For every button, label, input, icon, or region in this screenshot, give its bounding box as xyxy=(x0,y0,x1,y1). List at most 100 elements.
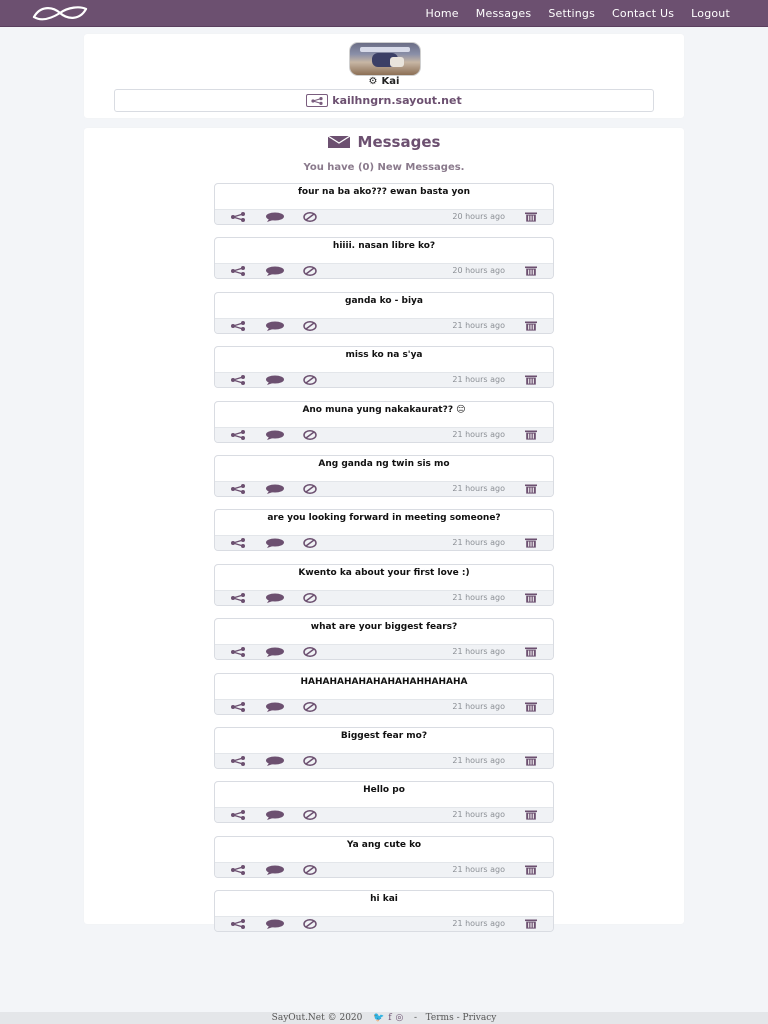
trash-icon[interactable] xyxy=(524,266,538,276)
share-icon[interactable] xyxy=(230,919,246,930)
message-actions: 21 hours ago xyxy=(215,317,553,333)
message-time: 21 hours ago xyxy=(452,429,505,439)
trash-icon[interactable] xyxy=(524,919,538,929)
ban-icon[interactable] xyxy=(303,212,317,222)
message-card: ganda ko - biya 21 hours ago xyxy=(214,291,554,334)
nav-logout-link[interactable]: Logout xyxy=(691,7,730,20)
share-icon[interactable] xyxy=(230,212,246,222)
footer-terms-link[interactable]: Terms xyxy=(426,1013,454,1023)
ban-icon[interactable] xyxy=(303,647,317,658)
messages-heading: Messages xyxy=(84,133,684,151)
message-card: hiiii. nasan libre ko? 20 hours ago xyxy=(214,237,554,280)
message-text: Ano muna yung nakakaurat?? 😑 xyxy=(302,404,466,415)
comment-icon[interactable] xyxy=(265,919,285,930)
instagram-icon[interactable]: ◎ xyxy=(396,1013,404,1023)
footer-separator: - xyxy=(413,1013,418,1023)
message-time: 21 hours ago xyxy=(452,755,505,765)
share-icon[interactable] xyxy=(230,429,246,440)
message-text: hi kai xyxy=(370,894,398,905)
share-icon[interactable] xyxy=(230,266,246,277)
trash-icon[interactable] xyxy=(524,756,538,766)
comment-icon[interactable] xyxy=(265,266,285,277)
trash-icon[interactable] xyxy=(524,538,538,548)
message-list: four na ba ako??? ewan basta yon 20 hours… xyxy=(214,183,554,944)
trash-icon[interactable] xyxy=(524,375,538,385)
share-icon[interactable] xyxy=(230,810,246,821)
comment-icon[interactable] xyxy=(265,756,285,766)
comment-icon[interactable] xyxy=(265,593,285,603)
ban-icon[interactable] xyxy=(303,701,317,712)
share-icon[interactable] xyxy=(230,592,246,603)
nav-messages-link[interactable]: Messages xyxy=(476,7,532,20)
comment-icon[interactable] xyxy=(265,375,285,386)
comment-icon[interactable] xyxy=(265,484,285,494)
nav-home-link[interactable]: Home xyxy=(425,7,458,20)
top-navbar: Home Messages Settings Contact Us Logout xyxy=(0,0,768,27)
message-actions: 21 hours ago xyxy=(215,752,553,768)
message-time: 21 hours ago xyxy=(452,483,505,493)
comment-icon[interactable] xyxy=(265,430,285,440)
trash-icon[interactable] xyxy=(524,702,538,712)
message-actions: 21 hours ago xyxy=(215,372,553,388)
footer: SayOut.Net © 2020 🐦 f ◎ - Terms - Privacy xyxy=(0,1012,768,1024)
trash-icon[interactable] xyxy=(524,484,538,494)
ban-icon[interactable] xyxy=(303,429,317,440)
message-card: Ano muna yung nakakaurat?? 😑 21 hours ago xyxy=(214,400,554,443)
message-text: Kwento ka about your first love :) xyxy=(298,567,470,578)
avatar[interactable] xyxy=(349,42,421,76)
trash-icon[interactable] xyxy=(524,212,538,222)
trash-icon[interactable] xyxy=(524,647,538,657)
ban-icon[interactable] xyxy=(303,375,317,386)
message-text: what are your biggest fears? xyxy=(310,622,458,633)
message-time: 20 hours ago xyxy=(452,212,505,221)
ban-icon[interactable] xyxy=(303,810,317,821)
ban-icon[interactable] xyxy=(303,484,317,494)
message-text: Hello po xyxy=(363,785,405,796)
ban-icon[interactable] xyxy=(303,864,317,875)
infinity-logo[interactable] xyxy=(30,4,90,22)
twitter-icon[interactable]: 🐦 xyxy=(373,1013,384,1023)
facebook-icon[interactable]: f xyxy=(388,1013,391,1023)
share-icon[interactable] xyxy=(230,375,246,386)
ban-icon[interactable] xyxy=(303,320,317,331)
share-icon[interactable] xyxy=(230,320,246,331)
share-icon[interactable] xyxy=(230,538,246,549)
trash-icon[interactable] xyxy=(524,321,538,331)
trash-icon[interactable] xyxy=(524,810,538,820)
comment-icon[interactable] xyxy=(265,538,285,549)
trash-icon[interactable] xyxy=(524,430,538,440)
message-card: HAHAHAHAHAHAHAHAHHAHAHA 21 hours ago xyxy=(214,672,554,715)
share-icon[interactable] xyxy=(230,755,246,766)
trash-icon[interactable] xyxy=(524,593,538,603)
message-actions: 21 hours ago xyxy=(215,589,553,605)
message-card: Ang ganda ng twin sis mo 21 hours ago xyxy=(214,454,554,497)
ban-icon[interactable] xyxy=(303,755,317,766)
footer-privacy-link[interactable]: Privacy xyxy=(463,1013,497,1023)
ban-icon[interactable] xyxy=(303,538,317,549)
share-icon[interactable] xyxy=(230,483,246,494)
message-card: Ya ang cute ko 21 hours ago xyxy=(214,835,554,878)
ban-icon[interactable] xyxy=(303,592,317,603)
comment-icon[interactable] xyxy=(265,702,285,712)
message-actions: 21 hours ago xyxy=(215,916,553,932)
share-icon[interactable] xyxy=(230,701,246,712)
message-text: are you looking forward in meeting someo… xyxy=(267,513,501,524)
share-icon[interactable] xyxy=(230,864,246,875)
nav-settings-link[interactable]: Settings xyxy=(548,7,595,20)
trash-icon[interactable] xyxy=(524,865,538,875)
comment-icon[interactable] xyxy=(265,321,285,331)
share-icon[interactable] xyxy=(230,647,246,658)
message-time: 21 hours ago xyxy=(452,538,505,548)
profile-name: ⚙ Kai xyxy=(84,76,684,87)
new-messages-count: You have (0) New Messages. xyxy=(303,162,465,173)
nav-contact-link[interactable]: Contact Us xyxy=(612,7,674,20)
comment-icon[interactable] xyxy=(265,865,285,875)
profile-link-box[interactable]: kailhngrn.sayout.net xyxy=(114,89,654,112)
gear-icon[interactable]: ⚙ xyxy=(369,76,378,87)
ban-icon[interactable] xyxy=(303,919,317,930)
profile-link-text[interactable]: kailhngrn.sayout.net xyxy=(332,94,461,107)
comment-icon[interactable] xyxy=(265,810,285,821)
comment-icon[interactable] xyxy=(265,212,285,222)
comment-icon[interactable] xyxy=(265,647,285,658)
ban-icon[interactable] xyxy=(303,266,317,277)
